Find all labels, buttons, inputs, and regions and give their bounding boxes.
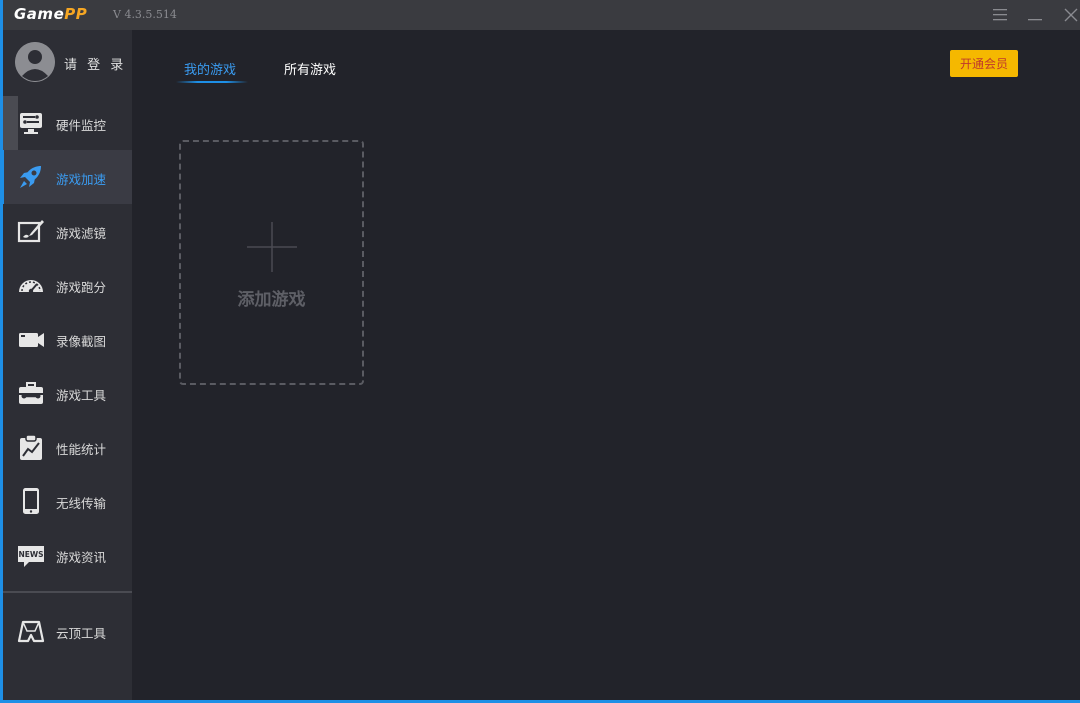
sidebar-item-wireless-transfer[interactable]: 无线传输 (3, 474, 132, 528)
menu-button[interactable] (989, 4, 1011, 26)
chart-clipboard-icon (20, 434, 42, 460)
toolbox-icon (19, 382, 43, 404)
sidebar-item-game-boost[interactable]: 游戏加速 (0, 150, 132, 204)
app-window: GamePP V 4.3.5.514 请 登 录 硬件监控 游戏加速 游戏滤镜 … (0, 0, 1080, 703)
sidebar-item-hardware-monitor[interactable]: 硬件监控 (3, 96, 132, 150)
close-button[interactable] (1060, 4, 1080, 26)
main-content: 我的游戏 所有游戏 开通会员 添加游戏 (132, 30, 1080, 700)
sidebar-item-game-news[interactable]: NEWS 游戏资讯 (3, 528, 132, 582)
hardware-monitor-icon (20, 113, 42, 134)
sidebar-item-game-tools[interactable]: 游戏工具 (3, 366, 132, 420)
rocket-icon (20, 166, 41, 188)
filter-brush-icon (17, 220, 44, 243)
tab-my-games[interactable]: 我的游戏 (184, 59, 236, 78)
cloud-tool-icon (17, 620, 45, 643)
app-version: V 4.3.5.514 (113, 8, 177, 21)
sidebar-item-label: 录像截图 (56, 334, 107, 349)
close-icon (1064, 8, 1078, 22)
sidebar: 请 登 录 硬件监控 游戏加速 游戏滤镜 游戏跑分 录像截图 游戏工具 性能统计… (0, 30, 132, 700)
logo-main: Game (14, 5, 65, 23)
user-login-area[interactable]: 请 登 录 (3, 30, 132, 96)
sidebar-item-game-benchmark[interactable]: 游戏跑分 (3, 258, 132, 312)
sidebar-item-cloud-tool[interactable]: 云顶工具 (3, 604, 132, 658)
sidebar-item-performance-stats[interactable]: 性能统计 (3, 420, 132, 474)
hamburger-menu-icon (993, 9, 1007, 21)
avatar[interactable] (15, 42, 55, 82)
sidebar-item-label: 游戏工具 (56, 388, 107, 403)
plus-icon (247, 222, 297, 272)
user-avatar-icon (15, 42, 55, 82)
sidebar-item-label: 游戏滤镜 (56, 226, 107, 241)
app-logo: GamePP (14, 5, 87, 23)
news-icon: NEWS (18, 546, 44, 567)
speedometer-icon (19, 280, 43, 294)
sidebar-item-label: 云顶工具 (56, 626, 107, 641)
sidebar-item-record-screenshot[interactable]: 录像截图 (3, 312, 132, 366)
sidebar-item-label: 无线传输 (56, 496, 107, 511)
tablet-icon (23, 488, 39, 514)
video-camera-icon (19, 333, 44, 347)
activate-vip-button[interactable]: 开通会员 (950, 50, 1018, 77)
tab-all-games[interactable]: 所有游戏 (284, 59, 336, 78)
add-game-card[interactable]: 添加游戏 (179, 140, 364, 385)
sidebar-item-label: 性能统计 (56, 442, 107, 457)
login-label[interactable]: 请 登 录 (64, 54, 126, 73)
sidebar-item-label: 游戏跑分 (56, 280, 107, 295)
logo-accent: PP (64, 5, 88, 23)
title-bar: GamePP V 4.3.5.514 (3, 0, 1080, 30)
sidebar-item-label: 游戏资讯 (56, 550, 107, 565)
minimize-icon (1028, 19, 1042, 21)
add-game-label: 添加游戏 (237, 290, 306, 310)
sidebar-item-label: 硬件监控 (56, 118, 107, 133)
news-badge-text: NEWS (18, 550, 43, 559)
sidebar-divider (3, 591, 132, 593)
sidebar-item-label: 游戏加速 (56, 172, 107, 187)
active-tab-indicator (176, 81, 248, 83)
sidebar-item-game-filter[interactable]: 游戏滤镜 (3, 204, 132, 258)
minimize-button[interactable] (1024, 4, 1046, 26)
